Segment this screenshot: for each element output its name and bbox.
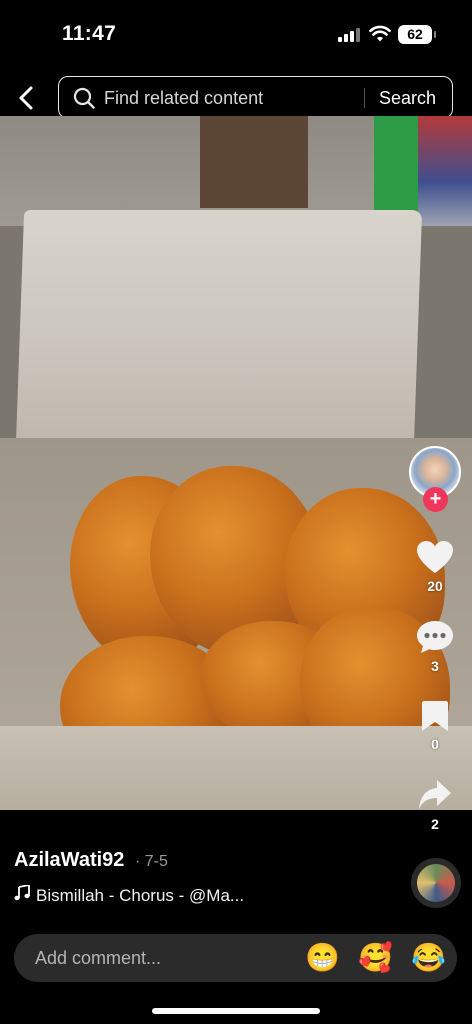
sound-title: Bismillah - Chorus - @Ma... <box>36 886 245 905</box>
like-action[interactable]: 20 <box>407 540 463 594</box>
food-box-front <box>0 726 472 810</box>
background-door <box>200 116 308 208</box>
share-action[interactable]: 2 <box>407 778 463 832</box>
wifi-icon <box>369 25 391 42</box>
heart-eyes-emoji-button[interactable]: 🥰 <box>358 941 393 975</box>
heart-icon[interactable] <box>416 540 454 574</box>
follow-plus-icon[interactable]: + <box>423 487 448 512</box>
like-count: 20 <box>427 578 443 594</box>
sound-disc-icon[interactable] <box>411 858 461 908</box>
comment-input[interactable]: Add comment... <box>35 948 161 969</box>
save-action[interactable]: 0 <box>407 700 463 752</box>
home-indicator <box>152 1008 320 1014</box>
bookmark-icon[interactable] <box>421 700 449 732</box>
comment-action[interactable]: 3 <box>407 620 463 674</box>
sound-link[interactable]: Bismillah - Chorus - @Ma... <box>14 885 244 906</box>
battery-icon: 62 <box>398 25 436 44</box>
search-divider <box>364 88 365 108</box>
status-bar: 11:47 62 <box>0 0 472 70</box>
back-arrow-icon[interactable] <box>14 83 42 113</box>
post-date: · 7-5 <box>135 853 168 870</box>
share-count: 2 <box>431 816 439 832</box>
share-arrow-icon[interactable] <box>418 778 452 812</box>
comment-bar[interactable]: Add comment... 😁 🥰 😂 <box>14 934 457 982</box>
comment-count: 3 <box>431 658 439 674</box>
search-bar[interactable]: Find related content Search <box>58 76 453 119</box>
save-count: 0 <box>431 736 439 752</box>
search-input[interactable]: Find related content <box>104 88 263 109</box>
background-green-object <box>374 116 418 212</box>
background-shelf <box>418 116 472 226</box>
search-icon <box>73 87 95 109</box>
search-button[interactable]: Search <box>379 88 436 109</box>
cellular-signal-icon <box>338 27 360 42</box>
food-box-lid <box>15 210 423 446</box>
comment-bubble-icon[interactable] <box>416 620 454 654</box>
creator-username[interactable]: AzilaWati92 <box>14 849 124 872</box>
status-time: 11:47 <box>62 22 117 45</box>
music-note-icon <box>14 885 30 901</box>
video-player[interactable] <box>0 116 472 810</box>
laughing-emoji-button[interactable]: 😂 <box>411 941 446 975</box>
grin-emoji-button[interactable]: 😁 <box>305 941 340 975</box>
